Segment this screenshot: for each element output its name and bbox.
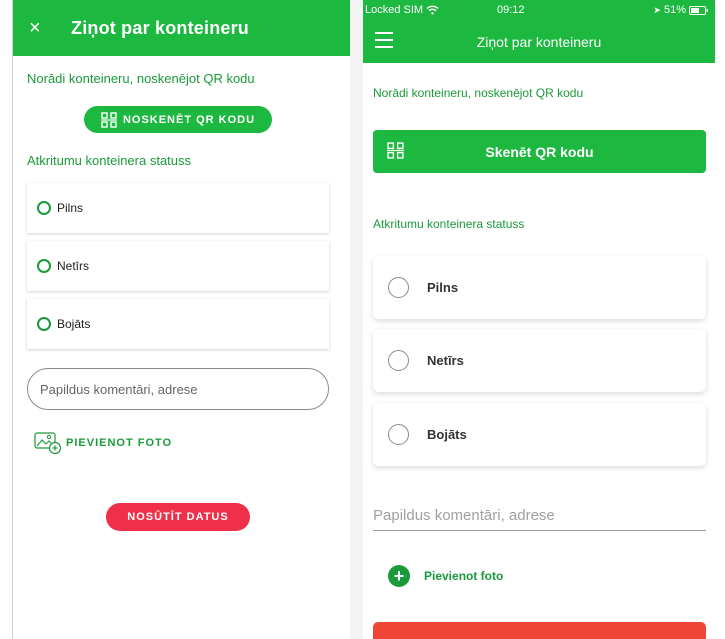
qr-instruction-label: Norādi konteineru, noskenējot QR kodu bbox=[27, 71, 255, 86]
scan-qr-label: Skenēt QR kodu bbox=[485, 143, 594, 160]
status-option-full[interactable]: Pilns bbox=[373, 256, 706, 319]
add-image-icon bbox=[34, 432, 62, 454]
scan-qr-button[interactable]: Skenēt QR kodu bbox=[373, 130, 706, 173]
comment-placeholder: Papildus komentāri, adrese bbox=[373, 506, 555, 524]
option-label: Pilns bbox=[427, 280, 459, 295]
battery-indicator: ➤ 51% bbox=[653, 4, 709, 16]
option-label: Bojāts bbox=[57, 317, 91, 331]
qr-code-icon bbox=[387, 142, 404, 159]
battery-label: 51% bbox=[663, 4, 686, 16]
radio-button[interactable] bbox=[388, 424, 409, 445]
status-bar: Locked SIM 09:12 ➤ 51% bbox=[363, 0, 715, 20]
add-photo-button[interactable]: + Pievienot foto bbox=[388, 565, 503, 587]
nav-bar: Ziņot par konteineru bbox=[363, 20, 715, 63]
clock: 09:12 bbox=[497, 4, 525, 16]
location-icon: ➤ bbox=[653, 4, 661, 15]
close-icon[interactable]: × bbox=[29, 18, 55, 38]
scan-qr-button[interactable]: NOSKENĒT QR KODU bbox=[84, 106, 272, 133]
page-title: Ziņot par konteineru bbox=[71, 17, 250, 38]
status-section-label: Atkritumu konteinera statuss bbox=[373, 217, 525, 231]
menu-icon[interactable] bbox=[375, 32, 393, 48]
radio-button[interactable] bbox=[37, 259, 51, 273]
wifi-icon bbox=[426, 5, 439, 15]
status-section-label: Atkritumu konteinera statuss bbox=[27, 153, 192, 168]
comment-input[interactable]: Papildus komentāri, adrese bbox=[27, 368, 329, 410]
carrier-label: Locked SIM bbox=[365, 4, 424, 16]
status-option-damaged[interactable]: Bojāts bbox=[27, 299, 329, 349]
radio-button[interactable] bbox=[388, 277, 409, 298]
plus-circle-icon: + bbox=[388, 565, 410, 587]
send-data-button[interactable]: NOSŪTĪT DATUS bbox=[106, 503, 250, 531]
option-label: Netīrs bbox=[427, 353, 464, 368]
page-title: Ziņot par konteineru bbox=[476, 33, 602, 50]
radio-button[interactable] bbox=[388, 350, 409, 371]
carrier-indicator: Locked SIM bbox=[365, 4, 439, 16]
send-data-button[interactable] bbox=[373, 622, 706, 639]
add-photo-label: Pievienot foto bbox=[424, 569, 504, 583]
comment-input[interactable]: Papildus komentāri, adrese bbox=[373, 500, 706, 531]
option-label: Bojāts bbox=[427, 427, 467, 442]
scan-qr-label: NOSKENĒT QR KODU bbox=[122, 113, 256, 126]
screen-divider bbox=[349, 0, 363, 639]
option-label: Netīrs bbox=[57, 259, 90, 273]
ios-screen: Locked SIM 09:12 ➤ 51% Ziņot par kontein… bbox=[363, 0, 715, 639]
app-bar: × Ziņot par konteineru bbox=[13, 0, 350, 56]
qr-instruction-label: Norādi konteineru, noskenējot QR kodu bbox=[373, 86, 584, 100]
status-option-full[interactable]: Pilns bbox=[27, 183, 329, 233]
radio-button[interactable] bbox=[37, 317, 51, 331]
option-label: Pilns bbox=[57, 201, 84, 215]
add-photo-button[interactable]: PIEVIENOT FOTO bbox=[34, 432, 172, 454]
status-option-dirty[interactable]: Netīrs bbox=[27, 241, 329, 291]
radio-button[interactable] bbox=[37, 201, 51, 215]
status-option-damaged[interactable]: Bojāts bbox=[373, 403, 706, 466]
qr-code-icon bbox=[100, 111, 117, 128]
battery-icon bbox=[689, 5, 708, 15]
add-photo-label: PIEVIENOT FOTO bbox=[66, 437, 173, 449]
send-data-label: NOSŪTĪT DATUS bbox=[127, 511, 229, 523]
android-screen: × Ziņot par konteineru Norādi konteineru… bbox=[12, 0, 350, 639]
comment-placeholder: Papildus komentāri, adrese bbox=[40, 381, 198, 397]
status-option-dirty[interactable]: Netīrs bbox=[373, 329, 706, 392]
